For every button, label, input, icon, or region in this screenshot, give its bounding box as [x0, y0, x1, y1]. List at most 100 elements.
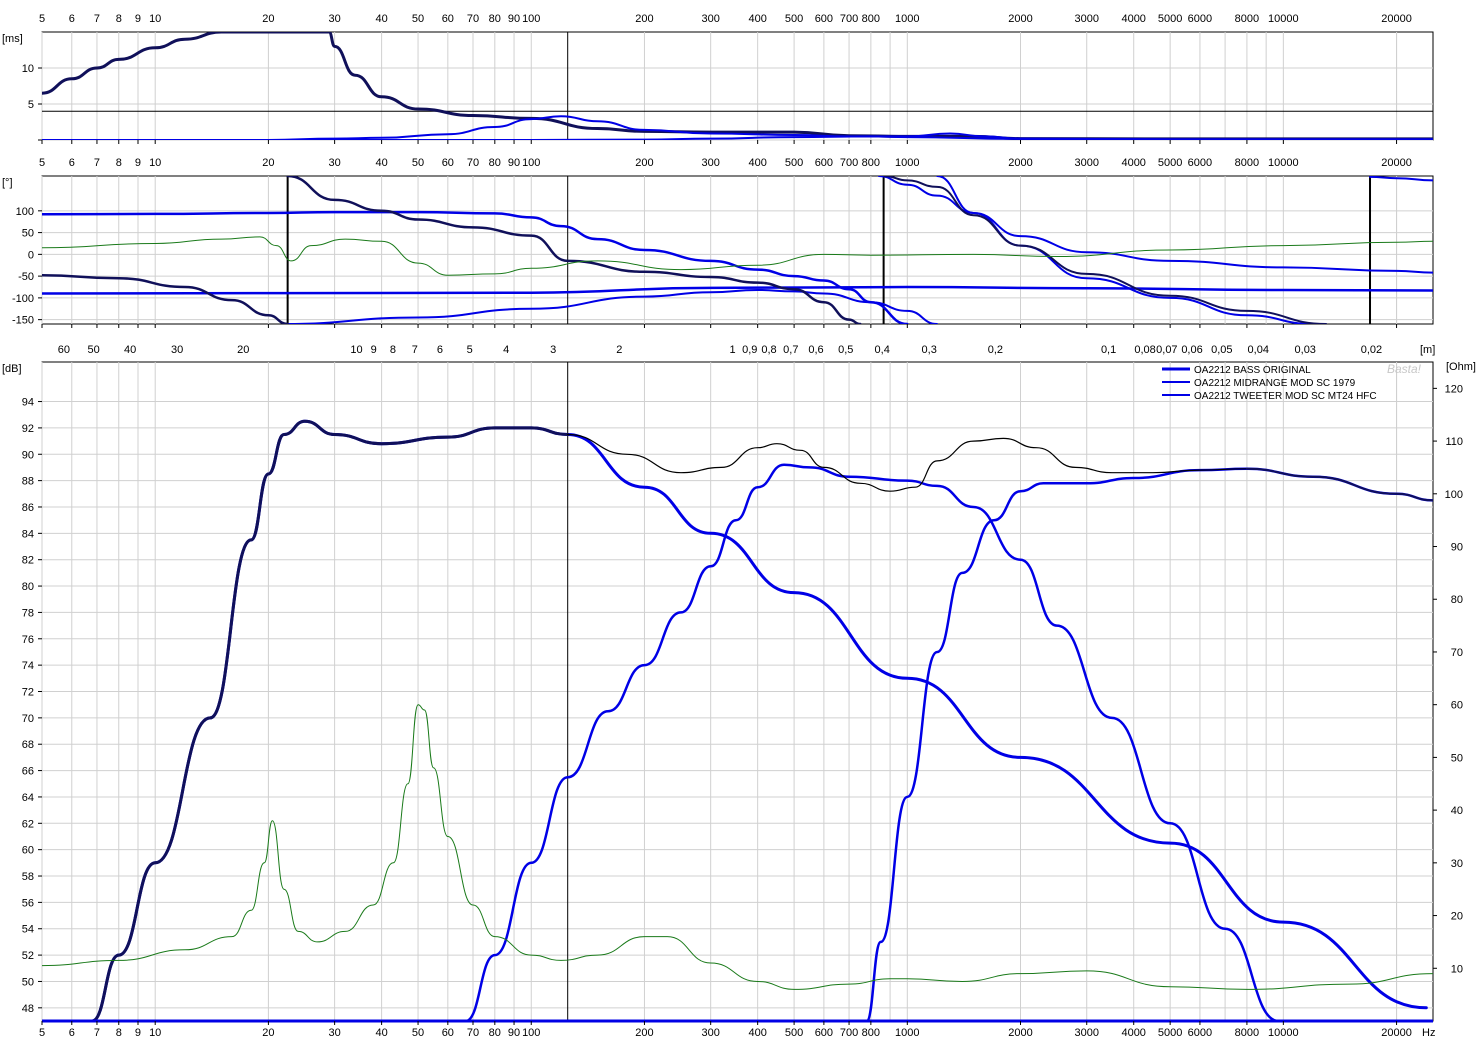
- y-tick-label: 88: [22, 476, 34, 488]
- wavelength-tick-label: 9: [371, 344, 377, 356]
- x-tick-label: 200: [635, 1027, 653, 1039]
- y-tick-label: 66: [22, 766, 34, 778]
- y-tick-label: 0: [28, 249, 34, 261]
- x-tick-label: 10: [149, 13, 161, 25]
- x-tick-label: 2000: [1008, 13, 1032, 25]
- x-tick-label: 500: [785, 1027, 803, 1039]
- wavelength-tick-label: 0,6: [808, 344, 823, 356]
- y2-tick-label: 10: [1451, 963, 1463, 975]
- x-tick-label: 6: [69, 13, 75, 25]
- legend-entry: OA2212 TWEETER MOD SC MT24 HFC: [1194, 391, 1377, 402]
- x-tick-label: 4000: [1121, 13, 1145, 25]
- legend-entry: OA2212 MIDRANGE MOD SC 1979: [1194, 378, 1356, 389]
- y-tick-label: -100: [12, 293, 34, 305]
- x-tick-label: 9: [135, 1027, 141, 1039]
- x-tick-label: 1000: [895, 1027, 919, 1039]
- wavelength-tick-label: 1: [729, 344, 735, 356]
- y2-tick-label: 60: [1451, 700, 1463, 712]
- wavelength-tick-label: 0,03: [1295, 344, 1316, 356]
- x-tick-label: 80: [489, 13, 501, 25]
- unit-label-group-delay: [ms]: [2, 33, 23, 45]
- wavelength-tick-label: 0,02: [1361, 344, 1382, 356]
- x-tick-label: 9: [135, 13, 141, 25]
- x-tick-label: 90: [508, 13, 520, 25]
- y-tick-label: 54: [22, 924, 34, 936]
- y-tick-label: 10: [22, 63, 34, 75]
- x-tick-label: 8: [116, 1027, 122, 1039]
- x-tick-label: 60: [442, 1027, 454, 1039]
- x-tick-label: 90: [508, 157, 520, 169]
- y2-tick-label: 110: [1445, 436, 1463, 448]
- y2-tick-label: 120: [1445, 383, 1463, 395]
- x-tick-label: 800: [862, 157, 880, 169]
- y-tick-label: 100: [16, 206, 34, 218]
- x-tick-label: 100: [522, 13, 540, 25]
- x-tick-label: 3000: [1074, 13, 1098, 25]
- x-tick-label: 600: [815, 13, 833, 25]
- panel-frame-phase: [41, 175, 1434, 325]
- x-tick-label: 800: [862, 1027, 880, 1039]
- x-tick-label: 60: [442, 157, 454, 169]
- x-tick-label: 50: [412, 13, 424, 25]
- x-tick-label: 40: [375, 13, 387, 25]
- y-tick-label: 92: [22, 423, 34, 435]
- x-tick-label: 4000: [1121, 157, 1145, 169]
- panel-frame-group-delay: [41, 31, 1434, 141]
- wavelength-tick-label: 40: [124, 344, 136, 356]
- y-tick-label: 68: [22, 739, 34, 751]
- x-tick-label: 30: [328, 1027, 340, 1039]
- x-tick-label: 2000: [1008, 1027, 1032, 1039]
- x-tick-label: 100: [522, 1027, 540, 1039]
- x-tick-label: 10: [149, 1027, 161, 1039]
- x-tick-label: 20: [262, 1027, 274, 1039]
- wavelength-tick-label: 0,5: [838, 344, 853, 356]
- y-tick-label: 90: [22, 449, 34, 461]
- x-tick-label: 7: [94, 13, 100, 25]
- y-tick-label: 86: [22, 502, 34, 514]
- y-tick-label: 50: [22, 228, 34, 240]
- x-tick-label: 5000: [1158, 13, 1182, 25]
- y-tick-label: 5: [28, 99, 34, 111]
- y-tick-label: 56: [22, 897, 34, 909]
- y-tick-label: 94: [22, 397, 34, 409]
- x-tick-label: 70: [467, 157, 479, 169]
- y2-tick-label: 90: [1451, 542, 1463, 554]
- wavelength-tick-label: 4: [503, 344, 509, 356]
- x-tick-label: 80: [489, 1027, 501, 1039]
- x-tick-label: 80: [489, 157, 501, 169]
- wavelength-tick-label: 6: [437, 344, 443, 356]
- y2-tick-label: 40: [1451, 805, 1463, 817]
- x-tick-label: 30: [328, 13, 340, 25]
- legend-entry: OA2212 BASS ORIGINAL: [1194, 365, 1311, 376]
- x-tick-label: 5000: [1158, 157, 1182, 169]
- x-tick-label: 3000: [1074, 1027, 1098, 1039]
- x-tick-label: 20000: [1381, 157, 1412, 169]
- y-tick-label: 50: [22, 976, 34, 988]
- y-tick-label: 52: [22, 950, 34, 962]
- x-tick-label: 60: [442, 13, 454, 25]
- x-tick-label: 600: [815, 157, 833, 169]
- x-tick-label: 8000: [1235, 13, 1259, 25]
- y-tick-label: 62: [22, 818, 34, 830]
- x-tick-label: 400: [748, 157, 766, 169]
- y-tick-label: 80: [22, 581, 34, 593]
- x-tick-label: 200: [635, 157, 653, 169]
- x-tick-label: 8: [116, 157, 122, 169]
- wavelength-tick-label: 5: [467, 344, 473, 356]
- x-tick-label: 70: [467, 13, 479, 25]
- wavelength-tick-label: 8: [390, 344, 396, 356]
- x-tick-label: 200: [635, 13, 653, 25]
- y2-tick-label: 80: [1451, 594, 1463, 606]
- wavelength-tick-label: 30: [171, 344, 183, 356]
- x-tick-label: 40: [375, 157, 387, 169]
- x-tick-label: 400: [748, 13, 766, 25]
- wavelength-tick-label: 0,06: [1181, 344, 1202, 356]
- x-tick-label: 9: [135, 157, 141, 169]
- y-tick-label: 64: [22, 792, 34, 804]
- x-tick-label: 50: [412, 1027, 424, 1039]
- x-tick-label: 300: [701, 157, 719, 169]
- wavelength-tick-label: 60: [58, 344, 70, 356]
- x-tick-label: 6000: [1188, 13, 1212, 25]
- x-tick-label: 4000: [1121, 1027, 1145, 1039]
- y-tick-label: 58: [22, 871, 34, 883]
